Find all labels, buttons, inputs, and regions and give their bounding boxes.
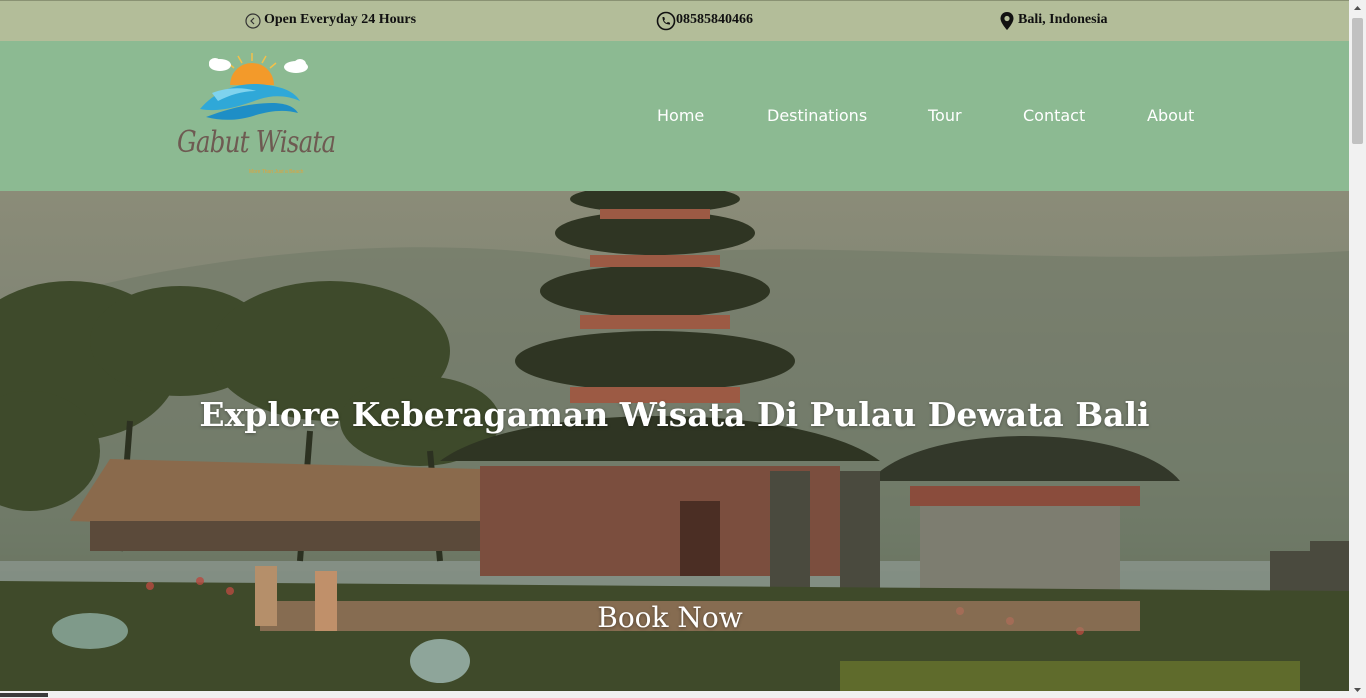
brand-logo[interactable]: Gabut Wisata More Than Just a Beach <box>172 51 336 179</box>
hero-section: Explore Keberagaman Wisata Di Pulau Dewa… <box>0 191 1349 691</box>
nav-tour[interactable]: Tour <box>928 106 962 125</box>
horizontal-scrollbar-thumb[interactable] <box>0 693 48 697</box>
clock-icon <box>244 11 262 29</box>
nav-contact[interactable]: Contact <box>1023 106 1085 125</box>
nav-about[interactable]: About <box>1147 106 1194 125</box>
opening-hours-text: Open Everyday 24 Hours <box>264 12 417 27</box>
book-now-button[interactable]: Book Now <box>590 597 750 637</box>
location: Bali, Indonesia <box>998 11 1108 30</box>
phone-number-text: 08585840466 <box>676 12 753 27</box>
map-pin-icon <box>998 11 1016 30</box>
main-navbar: Gabut Wisata More Than Just a Beach Home… <box>0 41 1349 191</box>
brand-name: Gabut Wisata <box>177 125 336 160</box>
opening-hours: Open Everyday 24 Hours <box>244 11 416 29</box>
hero-title: Explore Keberagaman Wisata Di Pulau Dewa… <box>199 395 1150 434</box>
brand-tagline: More Than Just a Beach <box>249 169 304 175</box>
scroll-down-arrow-icon[interactable] <box>1349 681 1366 698</box>
phone-number[interactable]: 08585840466 <box>656 11 753 31</box>
scroll-up-arrow-icon[interactable] <box>1349 0 1366 17</box>
vertical-scrollbar[interactable] <box>1349 0 1366 698</box>
top-info-bar: Open Everyday 24 Hours 08585840466 Bali,… <box>0 0 1349 41</box>
nav-home[interactable]: Home <box>657 106 704 125</box>
scrollbar-thumb[interactable] <box>1352 18 1363 144</box>
location-text: Bali, Indonesia <box>1018 12 1108 27</box>
horizontal-scrollbar[interactable] <box>0 691 1349 698</box>
phone-icon <box>656 11 676 31</box>
nav-destinations[interactable]: Destinations <box>767 106 867 125</box>
